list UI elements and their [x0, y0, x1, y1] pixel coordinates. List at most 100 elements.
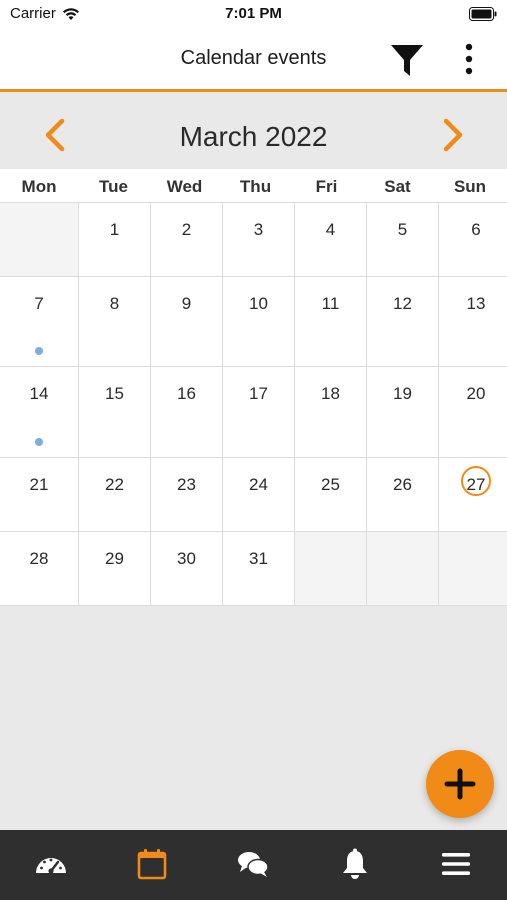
- day-cell[interactable]: 14: [0, 367, 78, 457]
- day-cell[interactable]: 27: [439, 458, 507, 531]
- day-cell[interactable]: 10: [223, 277, 294, 366]
- day-number: 17: [249, 384, 268, 403]
- empty-day-cell: [439, 532, 507, 605]
- day-cell[interactable]: 13: [439, 277, 507, 366]
- day-number: 29: [105, 549, 124, 568]
- day-cell[interactable]: 30: [151, 532, 222, 605]
- day-cell[interactable]: 28: [0, 532, 78, 605]
- nav-dashboard[interactable]: [0, 830, 101, 900]
- day-cell[interactable]: 4: [295, 203, 366, 276]
- empty-day-cell: [0, 203, 78, 276]
- day-number: 27: [466, 475, 486, 494]
- weekday-label: Thu: [239, 177, 272, 196]
- page-title: Calendar events: [180, 47, 327, 69]
- weekday-label: Sun: [453, 177, 487, 196]
- event-indicator-dot: [35, 347, 43, 355]
- empty-day-cell: [367, 532, 438, 605]
- plus-icon: [444, 768, 476, 800]
- day-number: 20: [466, 384, 486, 403]
- month-label: March 2022: [179, 121, 328, 152]
- day-cell[interactable]: 2: [151, 203, 222, 276]
- day-cell[interactable]: 7: [0, 277, 78, 366]
- day-number: 30: [177, 549, 196, 568]
- day-cell[interactable]: 31: [223, 532, 294, 605]
- day-cell[interactable]: 24: [223, 458, 294, 531]
- day-cell[interactable]: 23: [151, 458, 222, 531]
- day-cell[interactable]: 15: [79, 367, 150, 457]
- more-options-button[interactable]: [456, 42, 482, 78]
- day-cell[interactable]: 8: [79, 277, 150, 366]
- day-cell[interactable]: 21: [0, 458, 78, 531]
- month-navigator: March 2022: [0, 95, 507, 169]
- day-number: 25: [321, 475, 340, 494]
- day-cell[interactable]: 1: [79, 203, 150, 276]
- weekday-label: Tue: [99, 177, 128, 196]
- day-cell[interactable]: 25: [295, 458, 366, 531]
- status-time: 7:01 PM: [225, 5, 282, 22]
- weekday-header: Mon Tue Wed Thu Fri Sat Sun: [0, 169, 507, 203]
- day-cell[interactable]: 11: [295, 277, 366, 366]
- filter-button[interactable]: [388, 41, 426, 79]
- day-cell[interactable]: 16: [151, 367, 222, 457]
- day-number: 18: [321, 384, 340, 403]
- day-number: 14: [29, 384, 49, 403]
- next-month-button[interactable]: [434, 117, 470, 153]
- app-header: Calendar events: [0, 28, 507, 92]
- weekday-label: Fri: [315, 177, 338, 196]
- day-number: 12: [393, 294, 412, 313]
- day-number: 13: [466, 294, 486, 313]
- status-bar: Carrier 7:01 PM: [0, 0, 507, 28]
- day-cell[interactable]: 20: [439, 367, 507, 457]
- weekday-label: Wed: [166, 177, 203, 196]
- more-vertical-icon: [465, 43, 473, 75]
- add-event-button[interactable]: [426, 750, 494, 818]
- chat-bubbles-icon: [238, 852, 270, 877]
- dashboard-gauge-icon: [35, 858, 66, 874]
- day-number: 10: [249, 294, 268, 313]
- day-number: 31: [249, 549, 268, 568]
- nav-notifications[interactable]: [304, 830, 405, 900]
- nav-menu[interactable]: [406, 830, 507, 900]
- battery-icon: [469, 7, 497, 21]
- day-number: 15: [105, 384, 124, 403]
- weekday-label: Mon: [21, 177, 57, 196]
- day-number: 4: [325, 220, 336, 239]
- weekday-label: Sat: [384, 177, 411, 196]
- day-cell[interactable]: 17: [223, 367, 294, 457]
- day-number: 3: [253, 220, 264, 239]
- day-number: 16: [177, 384, 196, 403]
- nav-messages[interactable]: [203, 830, 304, 900]
- day-number: 21: [29, 475, 49, 494]
- day-number: 26: [393, 475, 412, 494]
- day-cell[interactable]: 19: [367, 367, 438, 457]
- day-number: 7: [34, 294, 44, 313]
- day-number: 28: [29, 549, 49, 568]
- day-number: 22: [105, 475, 124, 494]
- bottom-navigation: [0, 830, 507, 900]
- nav-calendar[interactable]: [101, 830, 202, 900]
- day-cell[interactable]: 6: [439, 203, 507, 276]
- day-number: 11: [321, 294, 340, 313]
- day-cell[interactable]: 12: [367, 277, 438, 366]
- chevron-right-icon: [443, 118, 463, 152]
- day-number: 23: [177, 475, 196, 494]
- day-cell[interactable]: 18: [295, 367, 366, 457]
- day-cell[interactable]: 26: [367, 458, 438, 531]
- day-number: 8: [109, 294, 120, 313]
- day-cell[interactable]: 22: [79, 458, 150, 531]
- day-number: 24: [249, 475, 268, 494]
- day-number: 5: [397, 220, 408, 239]
- event-indicator-dot: [35, 438, 43, 446]
- calendar-grid: 1 2 3 4 5 6 7 8 9 10 11 12 13 14 15 16 17 18 19 20 21 22 23 24 2…: [0, 203, 507, 606]
- day-cell[interactable]: 5: [367, 203, 438, 276]
- hamburger-menu-icon: [442, 853, 471, 875]
- day-cell[interactable]: 29: [79, 532, 150, 605]
- bell-icon: [342, 848, 367, 879]
- day-number: 9: [181, 294, 192, 313]
- filter-icon: [391, 45, 423, 76]
- calendar-icon: [137, 849, 167, 880]
- day-cell[interactable]: 9: [151, 277, 222, 366]
- day-number: 6: [471, 220, 481, 239]
- day-number: 2: [181, 220, 192, 239]
- day-cell[interactable]: 3: [223, 203, 294, 276]
